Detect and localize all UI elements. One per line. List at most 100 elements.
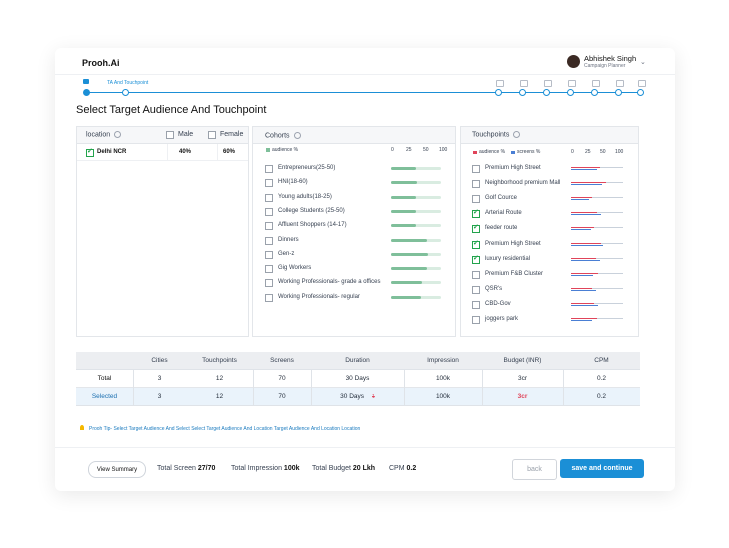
screens-bar [571, 274, 593, 276]
tick-label: 25 [585, 149, 591, 155]
step-dot-4[interactable] [519, 89, 526, 96]
location-checkbox-delhi[interactable] [86, 147, 94, 157]
touchpoint-checkbox[interactable] [472, 300, 480, 309]
touchpoint-checkbox[interactable] [472, 254, 480, 264]
header-divider [55, 74, 675, 75]
budget-value: 3cr [517, 375, 528, 382]
step-dot-2[interactable] [122, 89, 129, 96]
cohort-checkbox[interactable] [265, 265, 273, 274]
touchpoint-checkbox[interactable] [472, 270, 480, 279]
cohort-label: College Students (25-50) [278, 207, 345, 214]
touchpoint-label: Neighborhood premium Mall [485, 180, 561, 187]
touchpoints-value: 12 [215, 393, 224, 400]
audience-bar [391, 252, 428, 256]
footer-divider [55, 447, 675, 448]
cohort-checkbox[interactable] [265, 250, 273, 259]
screens-value: 70 [278, 393, 286, 400]
info-icon [114, 131, 122, 138]
touchpoint-checkbox[interactable] [472, 223, 480, 234]
touchpoint-label: joggers park [485, 316, 519, 322]
female-label: Female [220, 131, 244, 138]
touchpoint-checkbox[interactable] [472, 316, 480, 324]
screens-bar [571, 229, 591, 231]
cpm-value: 0.2 [596, 375, 607, 382]
step-icon [616, 80, 624, 87]
cohort-checkbox[interactable] [265, 207, 273, 216]
male-checkbox[interactable] [166, 131, 174, 139]
step-dot-8[interactable] [615, 89, 622, 96]
location-male-value: 40% [179, 149, 192, 155]
audience-bar [571, 287, 592, 289]
screens-bar [571, 184, 603, 186]
cohort-checkbox[interactable] [265, 293, 273, 302]
location-panel-header: location Male Female [77, 127, 248, 144]
cohort-label: Gen-z [278, 250, 295, 257]
app-logo: Prooh.Ai [82, 58, 120, 68]
stepper-track [86, 92, 641, 93]
duration-value: 30 Days [345, 375, 370, 382]
audience-bar [571, 257, 596, 259]
cohorts-panel: Cohorts audience % 0 25 50 100 Entrepren… [252, 126, 456, 337]
step-dot-1[interactable] [83, 89, 90, 96]
user-role: Campaign Planner [584, 63, 626, 69]
touchpoint-label: Premium F&B Cluster [485, 270, 544, 277]
cohort-checkbox[interactable] [265, 222, 273, 231]
cohort-checkbox[interactable] [265, 165, 273, 173]
screens-bar [571, 320, 592, 321]
col-header: CPM [563, 352, 640, 369]
screens-bar [571, 199, 590, 201]
step-dot-3[interactable] [495, 89, 502, 96]
step-icon [520, 80, 528, 87]
cohort-label: Gig Workers [278, 265, 312, 272]
step-dot-9[interactable] [637, 89, 644, 96]
row-label: Total [97, 375, 112, 382]
touchpoint-label: Premium High Street [485, 165, 541, 171]
audience-bar [571, 272, 599, 274]
tick-label: 0 [391, 147, 394, 153]
cities-value: 3 [157, 375, 162, 382]
cohort-checkbox[interactable] [265, 236, 273, 245]
back-button[interactable]: back [512, 459, 557, 480]
chevron-down-icon[interactable]: ⌄ [640, 58, 646, 66]
female-checkbox[interactable] [208, 131, 216, 139]
touchpoint-checkbox[interactable] [472, 195, 480, 204]
impression-value: 100k [435, 375, 451, 382]
step-dot-7[interactable] [591, 89, 598, 96]
screens-value: 70 [278, 375, 286, 382]
col-header: Touchpoints [186, 352, 253, 369]
col-header: Screens [253, 352, 311, 369]
table-row-selected: Selected 3 12 70 30 Days 1 100k 3cr 0.2 [76, 388, 640, 405]
audience-step-icon [83, 79, 89, 84]
prooh-tip: Prooh Tip- Select Target Audience And Se… [89, 426, 361, 432]
cohort-label: Dinners [278, 236, 299, 243]
tick-label: 100 [615, 149, 624, 155]
user-menu[interactable]: Abhishek Singh Campaign Planner [567, 54, 636, 69]
view-summary-button[interactable]: View Summary [88, 461, 146, 478]
audience-legend-swatch [473, 151, 477, 154]
save-and-continue-button[interactable]: save and continue [560, 459, 644, 478]
location-header-label: location [86, 131, 122, 138]
touchpoints-legend-screens: screens % [517, 149, 541, 155]
cohort-checkbox[interactable] [265, 279, 273, 288]
audience-bar [391, 209, 416, 213]
touchpoint-checkbox[interactable] [472, 239, 480, 249]
touchpoint-checkbox[interactable] [472, 180, 480, 189]
step-icon [496, 80, 504, 87]
audience-bar [391, 281, 422, 285]
touchpoint-checkbox[interactable] [472, 165, 480, 173]
cohort-checkbox[interactable] [265, 193, 273, 202]
touchpoint-checkbox[interactable] [472, 285, 480, 294]
audience-bar [571, 242, 602, 244]
touchpoints-panel-header: Touchpoints [461, 127, 638, 144]
col-header: Budget (INR) [482, 352, 563, 369]
step-icon [592, 80, 600, 87]
screens-bar [571, 304, 599, 306]
audience-bar [571, 197, 592, 199]
cohort-checkbox[interactable] [265, 179, 273, 188]
audience-bar [391, 195, 416, 199]
audience-bar [571, 318, 597, 319]
step-dot-6[interactable] [567, 89, 574, 96]
step-dot-5[interactable] [543, 89, 550, 96]
touchpoint-checkbox[interactable] [472, 208, 480, 219]
row-divider [77, 160, 248, 161]
